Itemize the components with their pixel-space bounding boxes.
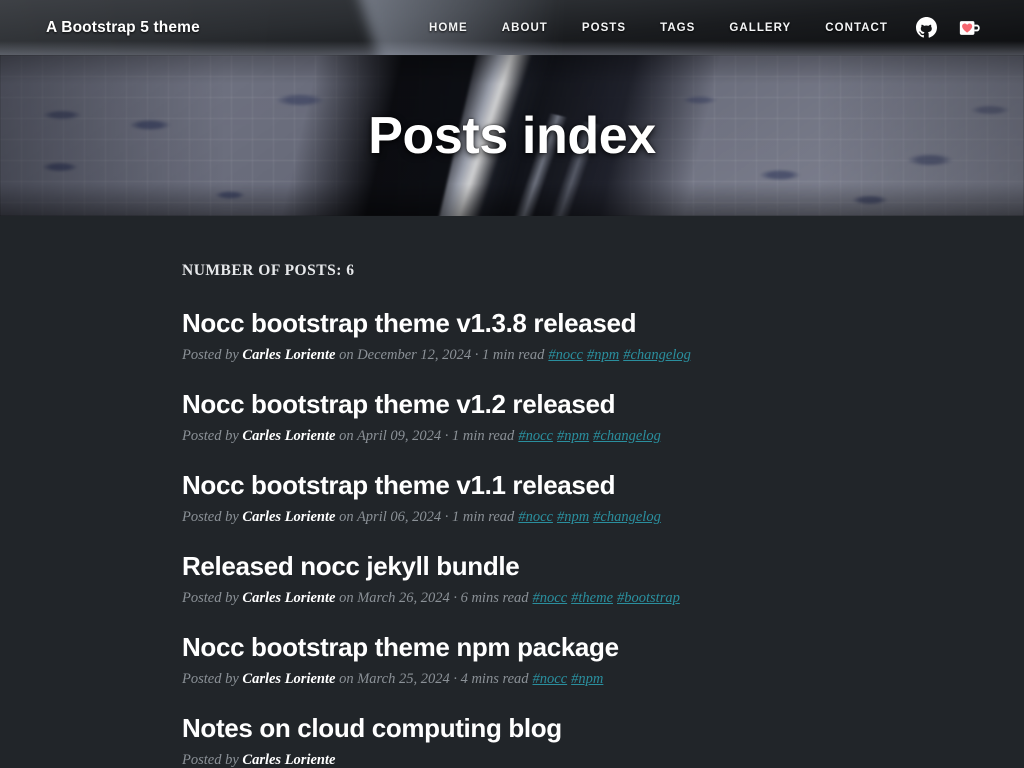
post-meta: Posted by Carles Loriente on March 26, 2… <box>182 589 842 608</box>
post-author: Carles Loriente <box>242 752 336 768</box>
buy-me-a-coffee-icon <box>959 18 983 38</box>
posted-by-label: Posted by <box>182 590 243 607</box>
post-title-link[interactable]: Nocc bootstrap theme v1.3.8 released <box>182 308 842 339</box>
post-title-link[interactable]: Notes on cloud computing blog <box>182 713 842 744</box>
post-tag-link[interactable]: #npm <box>557 509 589 525</box>
on-label: on <box>335 509 357 526</box>
post-read-time: 4 mins read <box>460 671 529 688</box>
posted-by-label: Posted by <box>182 347 243 364</box>
post-tag-link[interactable]: #nocc <box>548 347 583 363</box>
post-item: Notes on cloud computing blog Posted by C… <box>182 713 842 768</box>
posted-by-label: Posted by <box>182 509 243 526</box>
post-meta: Posted by Carles Loriente on December 12… <box>182 346 842 365</box>
post-author: Carles Loriente <box>242 671 336 688</box>
post-date: April 09, 2024 <box>356 428 442 445</box>
on-label: on <box>335 428 357 445</box>
posted-by-label: Posted by <box>182 428 243 445</box>
meta-separator: · <box>441 428 453 445</box>
post-meta: Posted by Carles Loriente <box>182 751 842 768</box>
post-tag-link[interactable]: #theme <box>571 590 613 606</box>
navbar: A Bootstrap 5 theme HOME ABOUT POSTS TAG… <box>0 0 1024 55</box>
navbar-brand[interactable]: A Bootstrap 5 theme <box>46 19 200 37</box>
nav-link-posts[interactable]: POSTS <box>565 16 643 40</box>
navbar-inner: A Bootstrap 5 theme HOME ABOUT POSTS TAG… <box>0 0 1024 55</box>
nav-link-gallery[interactable]: GALLERY <box>712 16 808 40</box>
nav-link-home[interactable]: HOME <box>412 16 485 40</box>
nav-link-about[interactable]: ABOUT <box>485 16 565 40</box>
meta-separator: · <box>471 347 483 364</box>
post-date: March 25, 2024 <box>357 671 450 688</box>
post-item: Nocc bootstrap theme npm package Posted b… <box>182 632 842 689</box>
post-tag-link[interactable]: #npm <box>557 428 589 444</box>
post-count-label: NUMBER OF POSTS: 6 <box>182 262 355 279</box>
post-title-link[interactable]: Nocc bootstrap theme v1.2 released <box>182 389 842 420</box>
post-meta: Posted by Carles Loriente on March 25, 2… <box>182 670 842 689</box>
posted-by-label: Posted by <box>182 752 243 768</box>
post-tag-link[interactable]: #bootstrap <box>617 590 680 606</box>
post-read-time: 1 min read <box>452 509 515 526</box>
post-author: Carles Loriente <box>242 509 336 526</box>
post-tag-link[interactable]: #changelog <box>593 509 661 525</box>
post-tag-link[interactable]: #nocc <box>533 590 568 606</box>
post-title-link[interactable]: Released nocc jekyll bundle <box>182 551 842 582</box>
post-tag-link[interactable]: #nocc <box>518 509 553 525</box>
github-link[interactable] <box>905 13 948 42</box>
post-tag-link[interactable]: #nocc <box>533 671 568 687</box>
post-meta: Posted by Carles Loriente on April 09, 2… <box>182 427 842 446</box>
posts-list: Nocc bootstrap theme v1.3.8 released Post… <box>182 308 842 768</box>
navbar-nav: HOME ABOUT POSTS TAGS GALLERY CONTACT <box>412 13 994 42</box>
post-tag-link[interactable]: #npm <box>571 671 603 687</box>
post-read-time: 1 min read <box>452 428 515 445</box>
post-tag-link[interactable]: #npm <box>587 347 619 363</box>
post-title-link[interactable]: Nocc bootstrap theme npm package <box>182 632 842 663</box>
post-title-link[interactable]: Nocc bootstrap theme v1.1 released <box>182 470 842 501</box>
post-item: Nocc bootstrap theme v1.1 released Posted… <box>182 470 842 527</box>
main-content: NUMBER OF POSTS: 6 Nocc bootstrap theme … <box>0 216 1024 768</box>
post-date: April 06, 2024 <box>356 509 442 526</box>
post-tag-link[interactable]: #changelog <box>623 347 691 363</box>
post-author: Carles Loriente <box>242 590 336 607</box>
posted-by-label: Posted by <box>182 671 243 688</box>
post-item: Nocc bootstrap theme v1.3.8 released Post… <box>182 308 842 365</box>
page-title: Posts index <box>368 106 656 165</box>
meta-separator: · <box>449 590 461 607</box>
nav-link-contact[interactable]: CONTACT <box>808 16 905 40</box>
github-icon <box>916 17 937 38</box>
hero-banner: Posts index <box>0 55 1024 216</box>
post-date: March 26, 2024 <box>357 590 450 607</box>
post-author: Carles Loriente <box>242 347 336 364</box>
meta-separator: · <box>449 671 461 688</box>
on-label: on <box>335 347 358 364</box>
nav-link-tags[interactable]: TAGS <box>643 16 712 40</box>
post-item: Nocc bootstrap theme v1.2 released Posted… <box>182 389 842 446</box>
on-label: on <box>335 590 358 607</box>
meta-separator: · <box>441 509 453 526</box>
post-tag-link[interactable]: #changelog <box>593 428 661 444</box>
post-meta: Posted by Carles Loriente on April 06, 2… <box>182 508 842 527</box>
post-read-time: 6 mins read <box>460 590 529 607</box>
post-item: Released nocc jekyll bundle Posted by Car… <box>182 551 842 608</box>
on-label: on <box>335 671 358 688</box>
posts-container: NUMBER OF POSTS: 6 Nocc bootstrap theme … <box>182 262 842 768</box>
post-read-time: 1 min read <box>482 347 545 364</box>
post-date: December 12, 2024 <box>357 347 472 364</box>
post-author: Carles Loriente <box>242 428 336 445</box>
post-tag-link[interactable]: #nocc <box>518 428 553 444</box>
buy-me-a-coffee-link[interactable] <box>948 14 994 42</box>
